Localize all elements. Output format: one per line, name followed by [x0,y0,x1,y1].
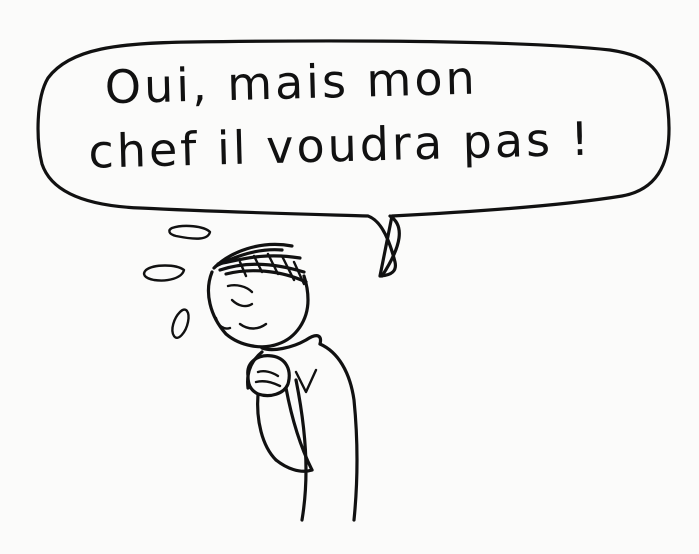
speech-text: Oui, mais mon chef il voudra pas ! [78,41,641,184]
eye-icon [230,298,254,308]
nose-icon [214,316,232,330]
fist-finger-line-icon [256,370,280,378]
hair-icon [212,242,308,286]
torso-lower-icon [294,378,308,522]
eyebrow-icon [226,284,254,294]
sweat-drop-icon [142,264,186,282]
forearm-icon [256,392,278,462]
mouth-icon [238,322,268,330]
head-icon [206,270,310,349]
fist-icon [246,354,291,398]
sweat-drop-icon [171,308,190,339]
fist-finger-line-icon [254,380,282,388]
sweat-drop-icon [168,224,212,240]
body-icon [318,342,359,522]
